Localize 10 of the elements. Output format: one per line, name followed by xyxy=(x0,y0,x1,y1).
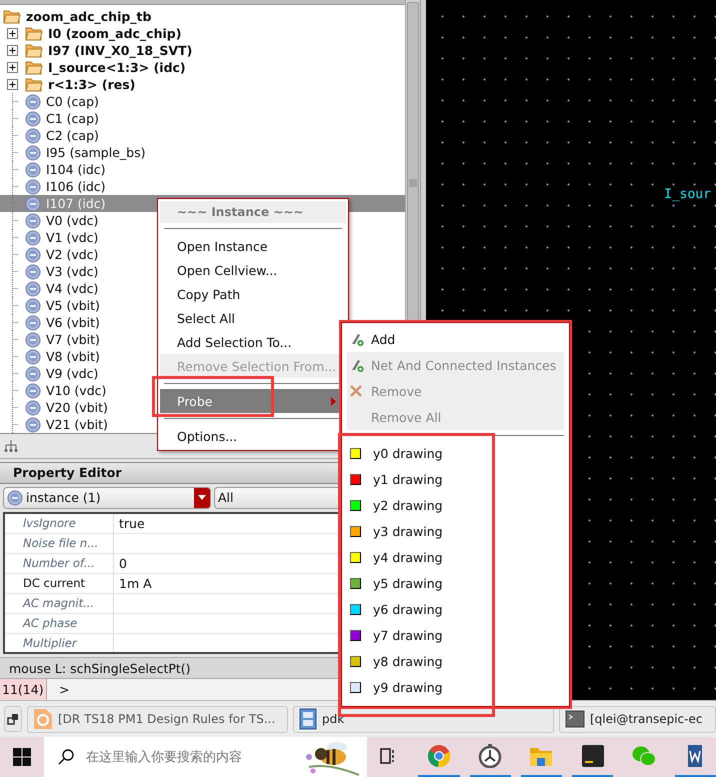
property-name: Number of... xyxy=(5,554,114,573)
property-name: DC current xyxy=(5,574,114,593)
property-name: lvsIgnore xyxy=(5,514,114,533)
property-name: AC magnit... xyxy=(5,594,114,613)
property-name: AC phase xyxy=(5,614,114,633)
command-count: 11(14) xyxy=(0,679,47,700)
property-name: Noise file n... xyxy=(5,534,114,553)
property-name: Multiplier xyxy=(5,634,114,652)
instance-label: I_sour xyxy=(664,187,711,202)
menu-title: ~~~ Instance ~~~ xyxy=(160,201,346,223)
